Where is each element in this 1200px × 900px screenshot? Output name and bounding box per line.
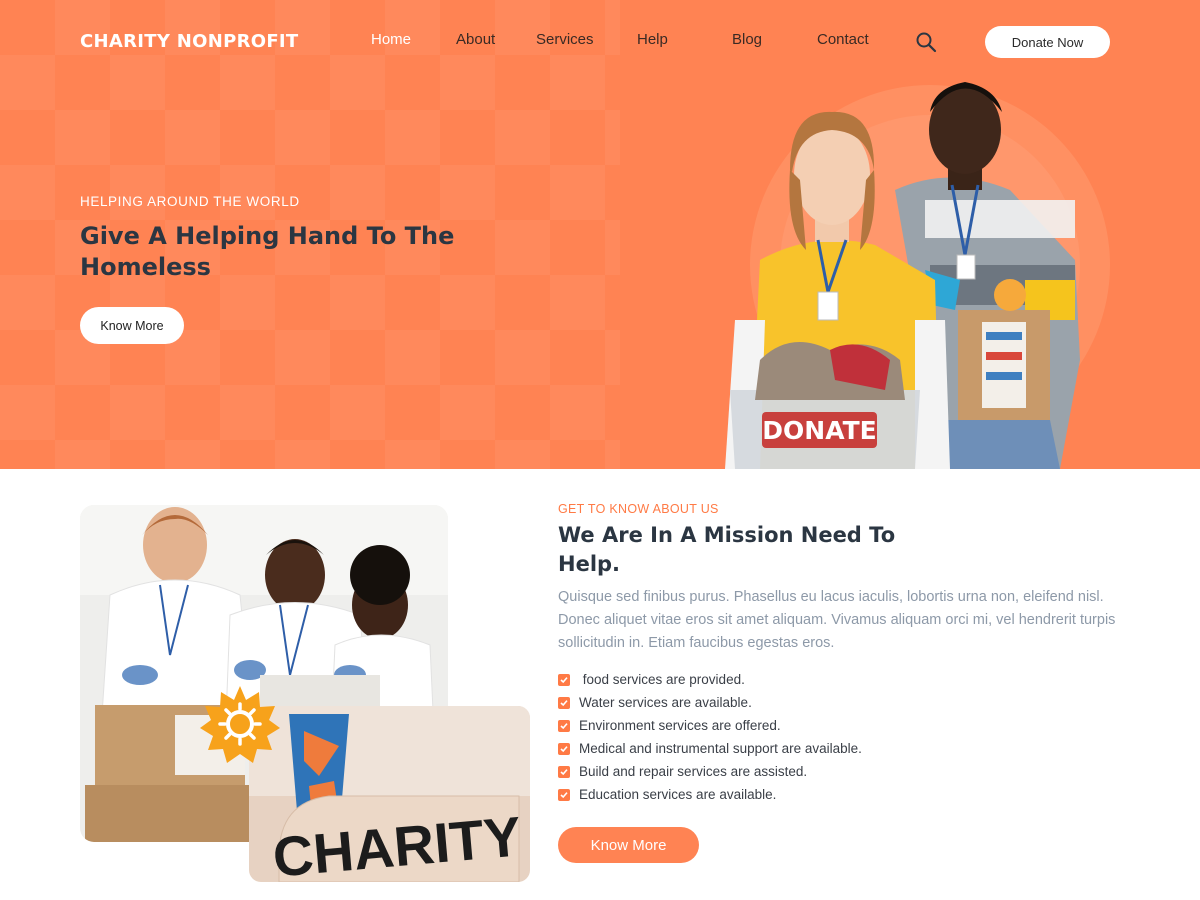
- list-item: Education services are available.: [558, 783, 1118, 806]
- hero-subtitle: HELPING AROUND THE WORLD: [80, 194, 300, 209]
- list-item-label: Medical and instrumental support are ava…: [579, 741, 862, 756]
- nav-home[interactable]: Home: [371, 31, 411, 48]
- checkbox-icon: [558, 742, 570, 755]
- checkbox-icon: [558, 719, 570, 732]
- nav-contact[interactable]: Contact: [817, 31, 869, 48]
- list-item: Water services are available.: [558, 691, 1118, 714]
- donate-box-label: DONATE: [762, 416, 876, 445]
- nav-blog[interactable]: Blog: [732, 31, 762, 48]
- about-title: We Are In A Mission Need To Help.: [558, 523, 896, 576]
- services-checklist: food services are provided. Water servic…: [558, 668, 1118, 806]
- about-body-text: Quisque sed finibus purus. Phasellus eu …: [558, 589, 1116, 651]
- about-know-more-button[interactable]: Know More: [558, 827, 699, 863]
- list-item-label: food services are provided.: [579, 672, 745, 687]
- list-item-label: Education services are available.: [579, 787, 777, 802]
- list-item-label: Build and repair services are assisted.: [579, 764, 808, 779]
- list-item: Medical and instrumental support are ava…: [558, 737, 1118, 760]
- charity-sign-photo: CHARITY: [249, 706, 530, 882]
- list-item-label: Environment services are offered.: [579, 718, 781, 733]
- hero-volunteers-image: DONATE: [720, 60, 1120, 469]
- about-subtitle: GET TO KNOW ABOUT US: [558, 502, 719, 516]
- hero-know-more-button[interactable]: Know More: [80, 307, 184, 344]
- nav-help[interactable]: Help: [637, 31, 668, 48]
- search-icon[interactable]: [915, 31, 937, 53]
- sun-badge-icon: [200, 684, 280, 764]
- list-item-label: Water services are available.: [579, 695, 752, 710]
- nav-about[interactable]: About: [456, 31, 495, 48]
- checkbox-icon: [558, 788, 570, 801]
- checkbox-icon: [558, 696, 570, 709]
- list-item: Environment services are offered.: [558, 714, 1118, 737]
- nav-services[interactable]: Services: [536, 31, 594, 48]
- checkbox-icon: [558, 765, 570, 778]
- checkbox-icon: [558, 673, 570, 686]
- hero-section: CHARITY NONPROFIT Home About Services He…: [0, 0, 1200, 469]
- hero-title: Give A Helping Hand To The Homeless: [80, 222, 455, 281]
- list-item: Build and repair services are assisted.: [558, 760, 1118, 783]
- list-item: food services are provided.: [558, 668, 1118, 691]
- donate-now-button[interactable]: Donate Now: [985, 26, 1110, 58]
